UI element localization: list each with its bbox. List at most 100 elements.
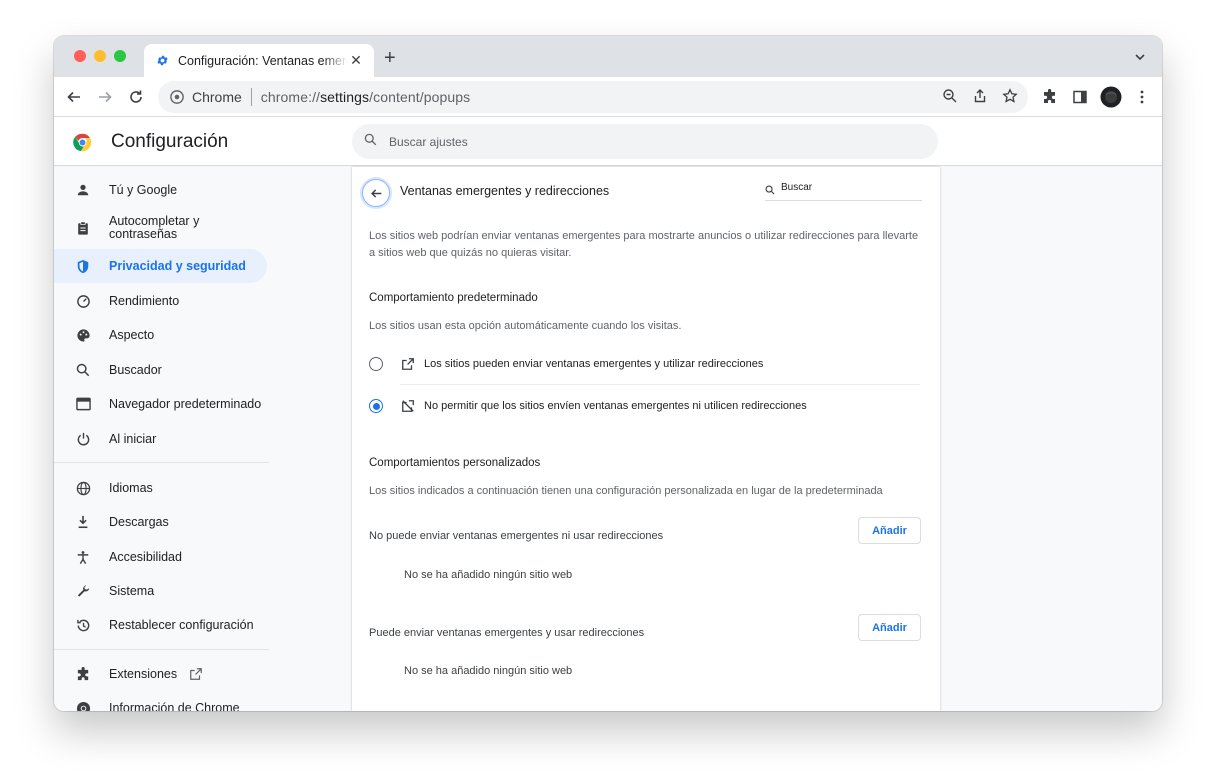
new-tab-button[interactable]: + — [384, 48, 396, 68]
sidebar-item-label: Extensiones — [109, 666, 178, 681]
block-list-label: No puede enviar ventanas emergentes ni u… — [369, 530, 664, 542]
sidebar-item-label: Información de Chrome — [109, 700, 240, 711]
bookmark-star-icon[interactable] — [1002, 88, 1018, 107]
tab-title: Configuración: Ventanas emergentes y red… — [178, 53, 348, 68]
shield-icon — [75, 258, 91, 274]
chrome-icon — [75, 700, 91, 711]
back-arrow-icon — [370, 188, 381, 198]
sidebar-item-label: Accesibilidad — [109, 549, 182, 564]
default-behavior-subtitle: Los sitios usan esta opción automáticame… — [369, 320, 682, 332]
radio-button-allow[interactable] — [369, 357, 383, 371]
subpage-search-input[interactable] — [781, 182, 911, 193]
reload-icon[interactable] — [126, 87, 146, 107]
sidebar-item-label: Rendimiento — [109, 293, 180, 308]
close-tab-icon[interactable]: ✕ — [348, 52, 364, 69]
sidebar-item-appearance[interactable]: Aspecto — [54, 318, 267, 352]
chevron-down-icon[interactable] — [1134, 50, 1148, 64]
sidebar-item-search-engine[interactable]: Buscador — [54, 353, 267, 387]
minimize-window-button[interactable] — [94, 50, 106, 62]
settings-search-input[interactable] — [389, 134, 889, 149]
avatar[interactable] — [1100, 86, 1122, 108]
sidebar-item-label: Descargas — [109, 514, 169, 529]
sidebar-item-label: Al iniciar — [109, 431, 157, 446]
sidebar-item-label: Idiomas — [109, 480, 153, 495]
download-icon — [75, 514, 91, 530]
sidebar-item-extensions[interactable]: Extensiones — [54, 657, 267, 691]
subpage-title: Ventanas emergentes y redirecciones — [400, 184, 610, 198]
tab-settings[interactable]: Configuración: Ventanas emergentes y red… — [144, 44, 374, 77]
sidebar-item-label: Restablecer configuración — [109, 617, 254, 632]
sidebar-item-reset[interactable]: Restablecer configuración — [54, 608, 267, 642]
page-title: Configuración — [111, 131, 229, 152]
omnibox-divider — [250, 88, 252, 106]
sidebar-item-autofill[interactable]: Autocompletar y contraseñas — [54, 208, 267, 248]
default-behavior-heading: Comportamiento predeterminado — [369, 292, 538, 304]
omnibox-chip-label: Chrome — [192, 89, 242, 105]
sidebar-item-system[interactable]: Sistema — [54, 574, 267, 608]
more-menu-icon[interactable] — [1132, 87, 1152, 107]
chrome-icon — [170, 90, 184, 104]
open-in-new-icon — [401, 357, 416, 372]
search-icon — [765, 182, 775, 200]
share-icon[interactable] — [972, 88, 988, 107]
browser-icon — [75, 396, 91, 412]
side-panel-icon[interactable] — [1070, 87, 1090, 107]
extensions-puzzle-icon[interactable] — [1040, 87, 1060, 107]
custom-behavior-heading: Comportamientos personalizados — [369, 457, 541, 469]
palette-icon — [75, 327, 91, 343]
radio-allow-popups[interactable]: Los sitios pueden enviar ventanas emerge… — [369, 344, 922, 384]
power-icon — [75, 431, 91, 447]
maximize-window-button[interactable] — [114, 50, 126, 62]
settings-header: Configuración — [54, 118, 1162, 166]
sidebar-divider — [54, 649, 269, 650]
sidebar-item-label: Aspecto — [109, 327, 155, 342]
sidebar-item-accessibility[interactable]: Accesibilidad — [54, 540, 267, 574]
settings-card: Ventanas emergentes y redirecciones Los … — [352, 167, 940, 711]
sidebar-item-label: Autocompletar y contraseñas — [109, 214, 200, 241]
allow-list-empty: No se ha añadido ningún sitio web — [404, 665, 573, 677]
sidebar-item-privacy[interactable]: Privacidad y seguridad — [54, 249, 267, 283]
option-divider — [400, 384, 920, 385]
wrench-icon — [75, 583, 91, 599]
search-icon — [364, 133, 377, 151]
address-bar[interactable]: Chrome chrome://settings/content/popups — [158, 81, 1028, 113]
puzzle-icon — [75, 666, 91, 682]
back-arrow-icon[interactable] — [64, 87, 84, 107]
block-list-empty: No se ha añadido ningún sitio web — [404, 569, 573, 581]
chrome-logo-icon — [72, 132, 93, 158]
page-description: Los sitios web podrían enviar ventanas e… — [369, 230, 919, 259]
sidebar: Tú y Google Autocompletar y contraseñas … — [54, 167, 274, 711]
sidebar-item-label: Privacidad y seguridad — [109, 258, 246, 273]
gear-icon — [154, 53, 170, 69]
sidebar-item-languages[interactable]: Idiomas — [54, 471, 267, 505]
add-blocked-site-button[interactable]: Añadir — [858, 517, 921, 544]
custom-behavior-subtitle: Los sitios indicados a continuación tien… — [369, 485, 883, 497]
forward-arrow-icon[interactable] — [95, 87, 115, 107]
subpage-search[interactable] — [765, 182, 922, 201]
radio-label-allow: Los sitios pueden enviar ventanas emerge… — [424, 358, 764, 370]
tab-strip: Configuración: Ventanas emergentes y red… — [54, 36, 1162, 77]
browser-window: Configuración: Ventanas emergentes y red… — [54, 36, 1162, 711]
sidebar-item-you-and-google[interactable]: Tú y Google — [54, 173, 267, 207]
globe-icon — [75, 480, 91, 496]
sidebar-item-label: Buscador — [109, 362, 162, 377]
zoom-icon[interactable] — [942, 88, 958, 107]
settings-search[interactable] — [352, 124, 938, 159]
radio-button-block[interactable] — [369, 399, 383, 413]
close-window-button[interactable] — [74, 50, 86, 62]
browser-toolbar: Chrome chrome://settings/content/popups — [54, 77, 1162, 117]
add-allowed-site-button[interactable]: Añadir — [858, 614, 921, 641]
radio-block-popups[interactable]: No permitir que los sitios envíen ventan… — [369, 386, 922, 426]
radio-label-block: No permitir que los sitios envíen ventan… — [424, 400, 807, 412]
chrome-chip[interactable]: Chrome — [170, 89, 242, 105]
sidebar-item-default-browser[interactable]: Navegador predeterminado — [54, 387, 267, 421]
back-button[interactable] — [362, 179, 390, 207]
popup-blocked-icon — [401, 399, 416, 414]
sidebar-item-performance[interactable]: Rendimiento — [54, 284, 267, 318]
sidebar-item-about-chrome[interactable]: Información de Chrome — [54, 691, 267, 711]
sidebar-item-label: Navegador predeterminado — [109, 396, 262, 411]
sidebar-item-on-startup[interactable]: Al iniciar — [54, 422, 267, 456]
speedometer-icon — [75, 293, 91, 309]
sidebar-item-label: Tú y Google — [109, 182, 178, 197]
sidebar-item-downloads[interactable]: Descargas — [54, 505, 267, 539]
